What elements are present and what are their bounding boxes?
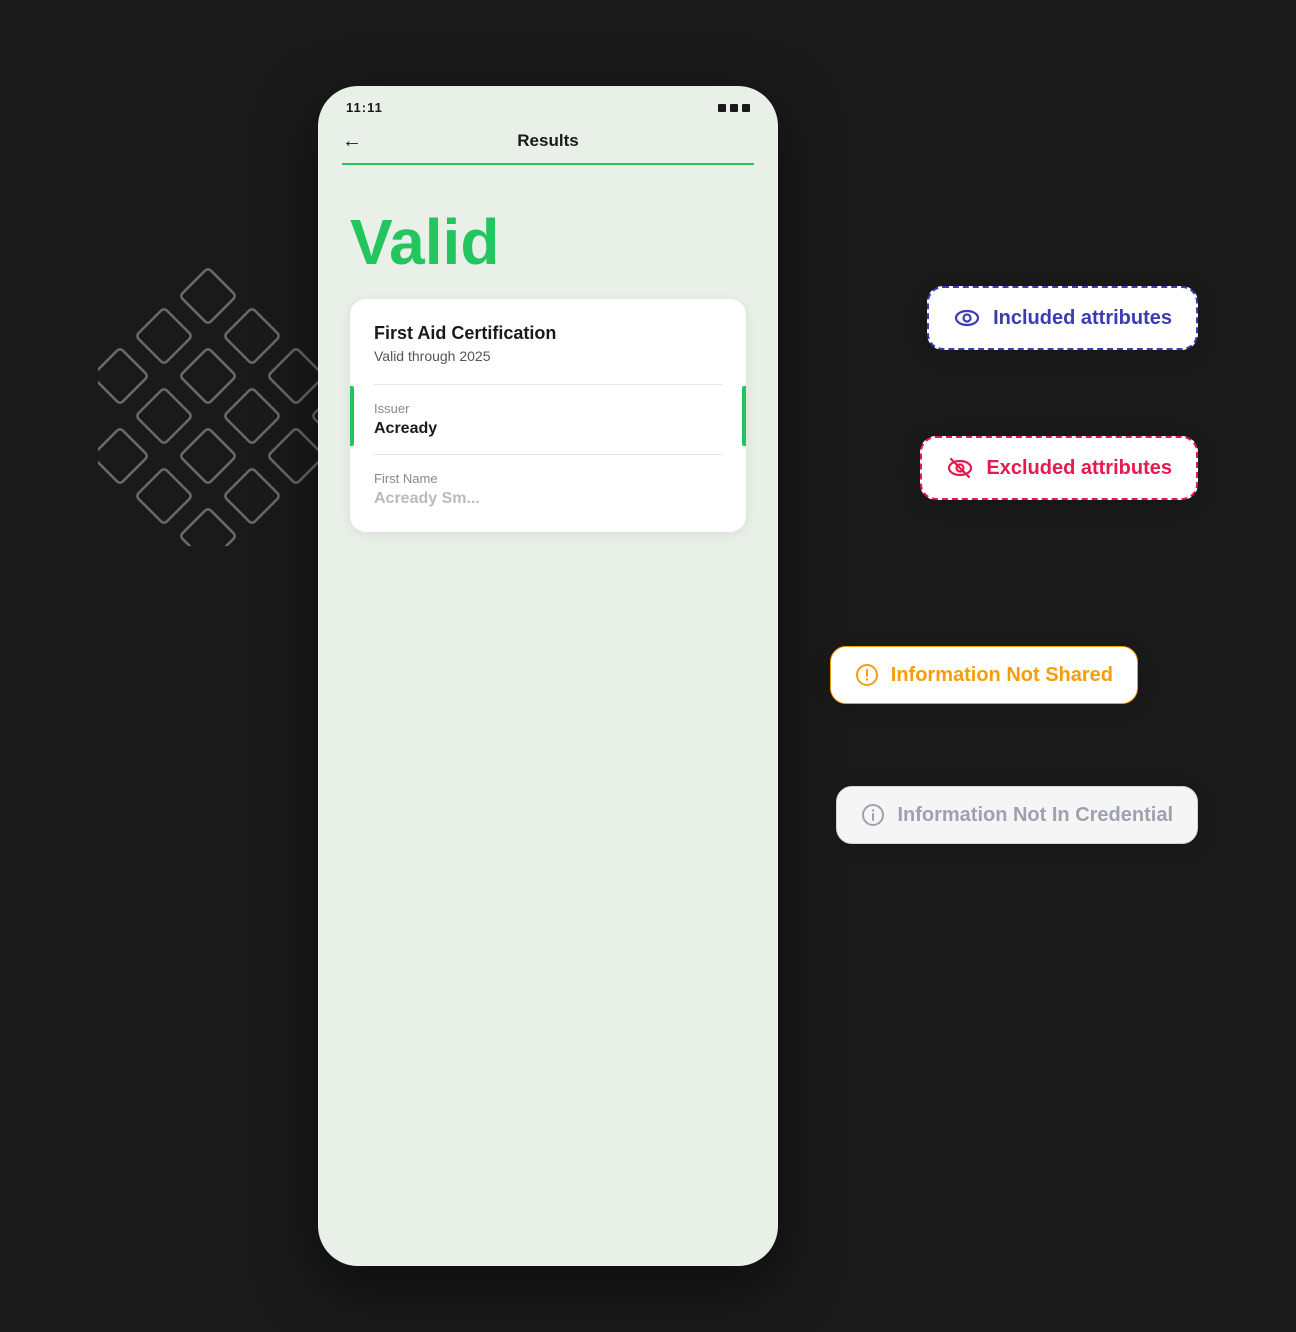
nav-title: Results <box>517 131 578 151</box>
not-in-credential-label: Information Not In Credential <box>897 804 1173 827</box>
status-icon-2 <box>730 104 738 112</box>
status-bar: 11:11 <box>318 86 778 123</box>
issuer-value: Acready <box>374 420 722 438</box>
included-label: Included attributes <box>993 307 1172 330</box>
credential-subtitle: Valid through 2025 <box>374 348 722 364</box>
excluded-label: Excluded attributes <box>986 457 1172 480</box>
divider-1 <box>374 384 722 385</box>
phone-body: Valid First Aid Certification Valid thro… <box>318 165 778 572</box>
badge-not-shared: Information Not Shared <box>830 646 1138 704</box>
first-name-label: First Name <box>374 471 722 486</box>
eye-slash-icon <box>946 454 974 482</box>
back-button[interactable]: ← <box>342 130 362 153</box>
right-accent <box>742 386 746 446</box>
nav-bar: ← Results <box>318 123 778 163</box>
status-icon-3 <box>742 104 750 112</box>
eye-icon <box>953 304 981 332</box>
credential-card: First Aid Certification Valid through 20… <box>350 299 746 532</box>
badge-included: Included attributes <box>927 286 1198 350</box>
valid-status: Valid <box>350 205 746 279</box>
info-circle-icon <box>861 803 885 827</box>
status-icons <box>718 104 750 112</box>
scene: 11:11 ← Results Valid First Aid Certific… <box>98 66 1198 1266</box>
credential-card-wrapper: First Aid Certification Valid through 20… <box>350 299 746 532</box>
first-name-value: Acready Sm... <box>374 490 722 508</box>
badge-excluded: Excluded attributes <box>920 436 1198 500</box>
not-shared-label: Information Not Shared <box>891 664 1113 687</box>
status-time: 11:11 <box>346 100 383 115</box>
issuer-label: Issuer <box>374 401 722 416</box>
phone-frame: 11:11 ← Results Valid First Aid Certific… <box>318 86 778 1266</box>
status-icon-1 <box>718 104 726 112</box>
badge-not-in-credential: Information Not In Credential <box>836 786 1198 844</box>
left-accent <box>350 386 354 446</box>
credential-title: First Aid Certification <box>374 323 722 344</box>
divider-2 <box>374 454 722 455</box>
warning-circle-icon <box>855 663 879 687</box>
